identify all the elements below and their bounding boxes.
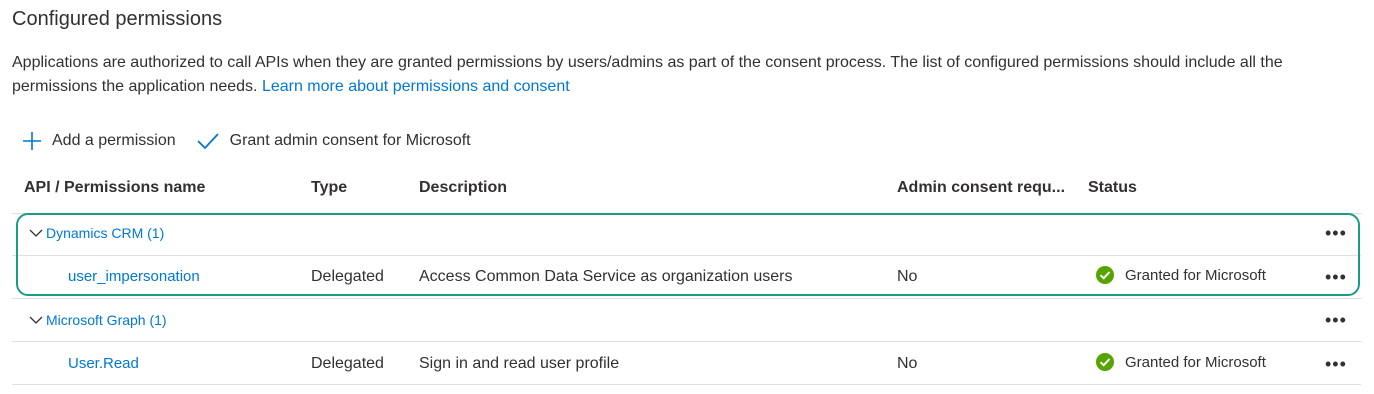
permission-description: Sign in and read user profile	[419, 355, 620, 372]
column-header-admin-consent[interactable]: Admin consent requ...	[897, 179, 1065, 197]
add-permission-label: Add a permission	[52, 132, 176, 149]
intro-paragraph: Applications are authorized to call APIs…	[12, 51, 1362, 99]
permission-link-user-read[interactable]: User.Read	[68, 355, 139, 372]
more-options-user-read[interactable]: •••	[1325, 355, 1347, 373]
group-name: Microsoft Graph (1)	[46, 312, 167, 328]
column-header-description[interactable]: Description	[419, 179, 507, 197]
group-toggle-microsoft-graph[interactable]: Microsoft Graph (1)	[28, 312, 167, 328]
check-circle-icon	[1095, 352, 1115, 372]
checkmark-icon	[196, 131, 220, 151]
plus-icon	[22, 131, 42, 151]
row-divider	[12, 341, 1361, 342]
intro-text: Applications are authorized to call APIs…	[12, 54, 1283, 95]
page-title: Configured permissions	[12, 8, 223, 30]
row-divider	[12, 384, 1361, 385]
learn-more-link[interactable]: Learn more about permissions and consent	[262, 78, 570, 95]
row-divider	[12, 298, 1361, 299]
more-options-microsoft-graph[interactable]: •••	[1325, 311, 1347, 329]
permissions-toolbar: Add a permission Grant admin consent for…	[22, 128, 471, 154]
chevron-down-icon	[28, 312, 44, 328]
add-permission-button[interactable]: Add a permission	[22, 131, 176, 151]
permission-type: Delegated	[311, 355, 384, 372]
status-label: Granted for Microsoft	[1125, 353, 1266, 371]
column-header-status[interactable]: Status	[1088, 179, 1137, 197]
grant-admin-consent-button[interactable]: Grant admin consent for Microsoft	[196, 131, 471, 151]
status-cell: Granted for Microsoft	[1095, 352, 1266, 372]
admin-consent-value: No	[897, 355, 918, 372]
grant-admin-consent-label: Grant admin consent for Microsoft	[229, 132, 471, 149]
column-header-api-name[interactable]: API / Permissions name	[24, 179, 205, 197]
column-header-type[interactable]: Type	[311, 179, 347, 197]
highlight-box	[16, 213, 1360, 296]
